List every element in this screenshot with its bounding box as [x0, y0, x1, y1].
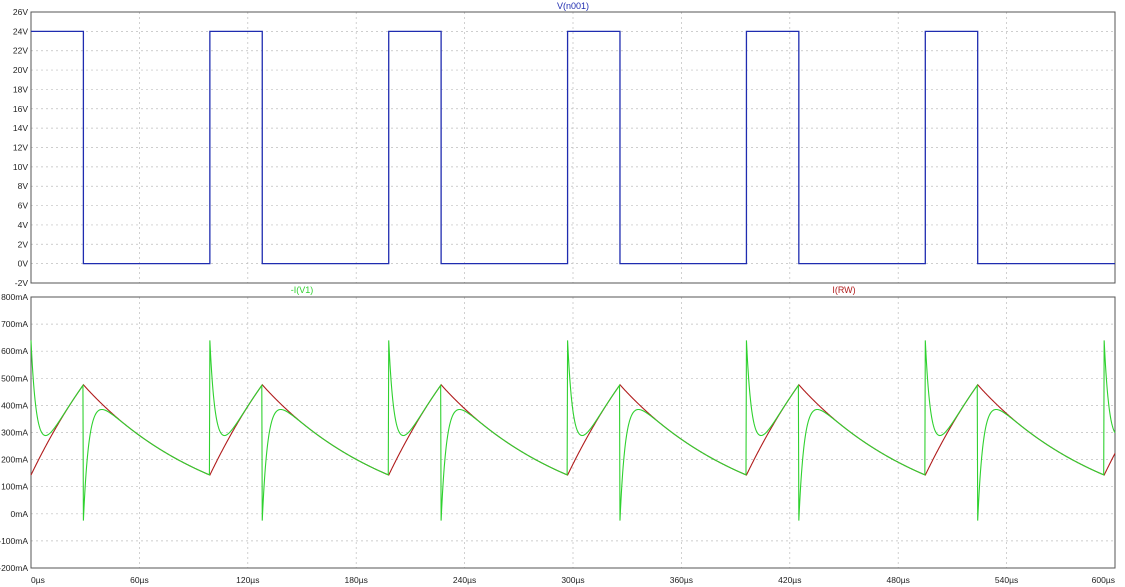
- voltage-pane-grid: [31, 12, 1115, 283]
- ltspice-waveform-plot: -2V 0V 2V 4V 6V 8V 10V 12V 14V 16V 18V 20V 22V 24V 26V…: [0, 1, 1116, 585]
- x-tick-label: 300µs: [561, 575, 584, 585]
- x-tick-label: 420µs: [778, 575, 801, 585]
- current-y-tick-label: 300mA: [1, 428, 28, 438]
- current-y-tick-label: 0mA: [11, 509, 29, 519]
- voltage-y-tick-label: 4V: [18, 220, 29, 230]
- voltage-y-tick-label: 22V: [13, 46, 28, 56]
- voltage-y-tick-labels: -2V 0V 2V 4V 6V 8V 10V 12V 14V 16V 18V 20V 22V 24V 26V: [13, 7, 28, 288]
- current-y-tick-label: 700mA: [1, 319, 28, 329]
- voltage-y-tick-label: -2V: [15, 278, 29, 288]
- current-pane-grid: [31, 297, 1115, 568]
- voltage-y-tick-label: 26V: [13, 7, 28, 17]
- voltage-y-tick-label: 20V: [13, 65, 28, 75]
- current-y-tick-label: -100mA: [0, 536, 28, 546]
- voltage-y-tick-label: 0V: [18, 259, 29, 269]
- x-tick-label: 240µs: [453, 575, 476, 585]
- current-y-tick-labels: -200mA -100mA 0mA 100mA 200mA 300mA 400mA 500mA…: [0, 292, 28, 573]
- current-y-tick-label: 400mA: [1, 400, 28, 410]
- current-y-tick-label: -200mA: [0, 563, 28, 573]
- x-tick-label: 360µs: [670, 575, 693, 585]
- voltage-y-tick-label: 12V: [13, 143, 28, 153]
- current-y-tick-label: 600mA: [1, 346, 28, 356]
- current-y-tick-label: 800mA: [1, 292, 28, 302]
- x-tick-label: 600µs: [1092, 575, 1115, 585]
- x-tick-label: 540µs: [995, 575, 1018, 585]
- x-tick-label: 0µs: [31, 575, 45, 585]
- voltage-y-tick-label: 8V: [18, 181, 29, 191]
- x-tick-labels: 0µs 60µs 120µs 180µs 240µs 300µs 360µs 420µs 480…: [31, 575, 1115, 585]
- voltage-y-tick-label: 14V: [13, 123, 28, 133]
- voltage-y-tick-label: 6V: [18, 201, 29, 211]
- x-tick-label: 120µs: [236, 575, 259, 585]
- voltage-y-tick-label: 24V: [13, 26, 28, 36]
- voltage-y-tick-label: 10V: [13, 162, 28, 172]
- x-tick-label: 60µs: [130, 575, 149, 585]
- current-y-tick-label: 200mA: [1, 455, 28, 465]
- x-tick-label: 180µs: [345, 575, 368, 585]
- voltage-y-tick-label: 2V: [18, 239, 29, 249]
- voltage-y-tick-label: 18V: [13, 84, 28, 94]
- voltage-chart-title: V(n001): [557, 1, 589, 11]
- legend-label-i-rw: I(RW): [832, 285, 855, 295]
- voltage-y-tick-label: 16V: [13, 104, 28, 114]
- current-y-tick-label: 500mA: [1, 373, 28, 383]
- legend-label-i-v1: -I(V1): [291, 285, 314, 295]
- x-tick-label: 480µs: [887, 575, 910, 585]
- current-y-tick-label: 100mA: [1, 482, 28, 492]
